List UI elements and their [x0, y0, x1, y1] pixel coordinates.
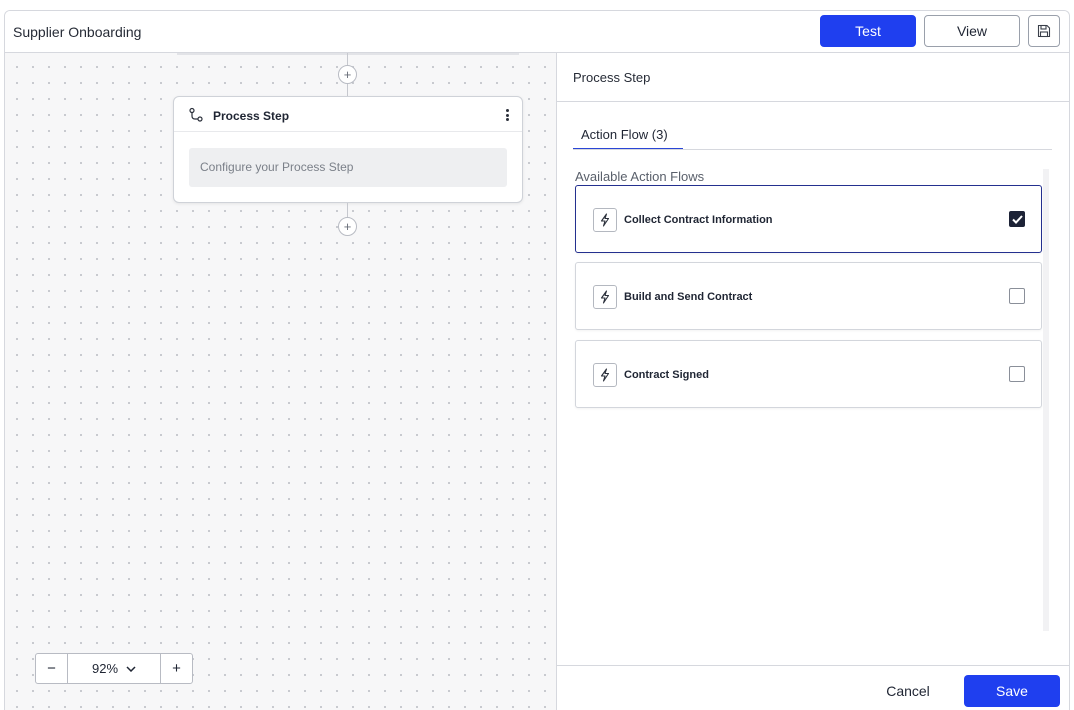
panel-footer: Cancel Save	[557, 665, 1069, 710]
checkmark-icon	[1011, 214, 1023, 224]
lightning-icon	[593, 363, 617, 387]
top-bar: Supplier Onboarding Test View	[5, 11, 1069, 53]
node-config-placeholder[interactable]: Configure your Process Step	[189, 148, 507, 187]
app-window: Supplier Onboarding Test View + Process …	[4, 10, 1070, 710]
workflow-canvas[interactable]: + Process Step Configure your Process St…	[5, 53, 557, 710]
lightning-icon	[593, 208, 617, 232]
action-flow-checkbox[interactable]	[1009, 288, 1025, 304]
action-flow-label: Collect Contract Information	[624, 214, 773, 226]
save-button[interactable]: Save	[964, 675, 1060, 707]
previous-node-edge	[177, 53, 519, 55]
action-flow-checkbox[interactable]	[1009, 211, 1025, 227]
scrollbar[interactable]	[1043, 169, 1049, 631]
action-flow-item[interactable]: Build and Send Contract	[575, 262, 1042, 330]
zoom-control: − 92% +	[35, 653, 193, 684]
tab-action-flow[interactable]: Action Flow (3)	[573, 127, 683, 150]
panel-title: Process Step	[573, 70, 651, 85]
chevron-down-icon	[126, 665, 136, 672]
action-flow-checkbox[interactable]	[1009, 366, 1025, 382]
node-menu-icon[interactable]	[504, 107, 510, 123]
branch-icon	[189, 107, 203, 122]
panel-divider	[557, 101, 1069, 102]
section-label: Available Action Flows	[575, 169, 705, 184]
zoom-level-value: 92%	[91, 661, 119, 676]
node-header: Process Step	[174, 97, 522, 132]
action-flow-item[interactable]: Contract Signed	[575, 340, 1042, 408]
zoom-level-select[interactable]: 92%	[67, 654, 161, 683]
cancel-button[interactable]: Cancel	[872, 675, 944, 707]
zoom-out-button[interactable]: −	[36, 654, 67, 683]
zoom-in-button[interactable]: +	[161, 654, 192, 683]
save-draft-button[interactable]	[1028, 15, 1060, 47]
action-flow-item[interactable]: Collect Contract Information	[575, 185, 1042, 253]
add-step-above-button[interactable]: +	[338, 65, 357, 84]
tab-underline	[573, 149, 1052, 150]
action-flow-label: Build and Send Contract	[624, 291, 753, 303]
add-step-below-button[interactable]: +	[338, 217, 357, 236]
floppy-disk-icon	[1037, 24, 1051, 38]
properties-panel: Process Step Action Flow (3) Available A…	[557, 53, 1069, 710]
lightning-icon	[593, 285, 617, 309]
app-title: Supplier Onboarding	[13, 24, 142, 40]
node-title: Process Step	[213, 109, 290, 123]
test-button[interactable]: Test	[820, 15, 916, 47]
action-flow-label: Contract Signed	[624, 369, 709, 381]
view-button[interactable]: View	[924, 15, 1020, 47]
process-step-node[interactable]: Process Step Configure your Process Step	[173, 96, 523, 203]
